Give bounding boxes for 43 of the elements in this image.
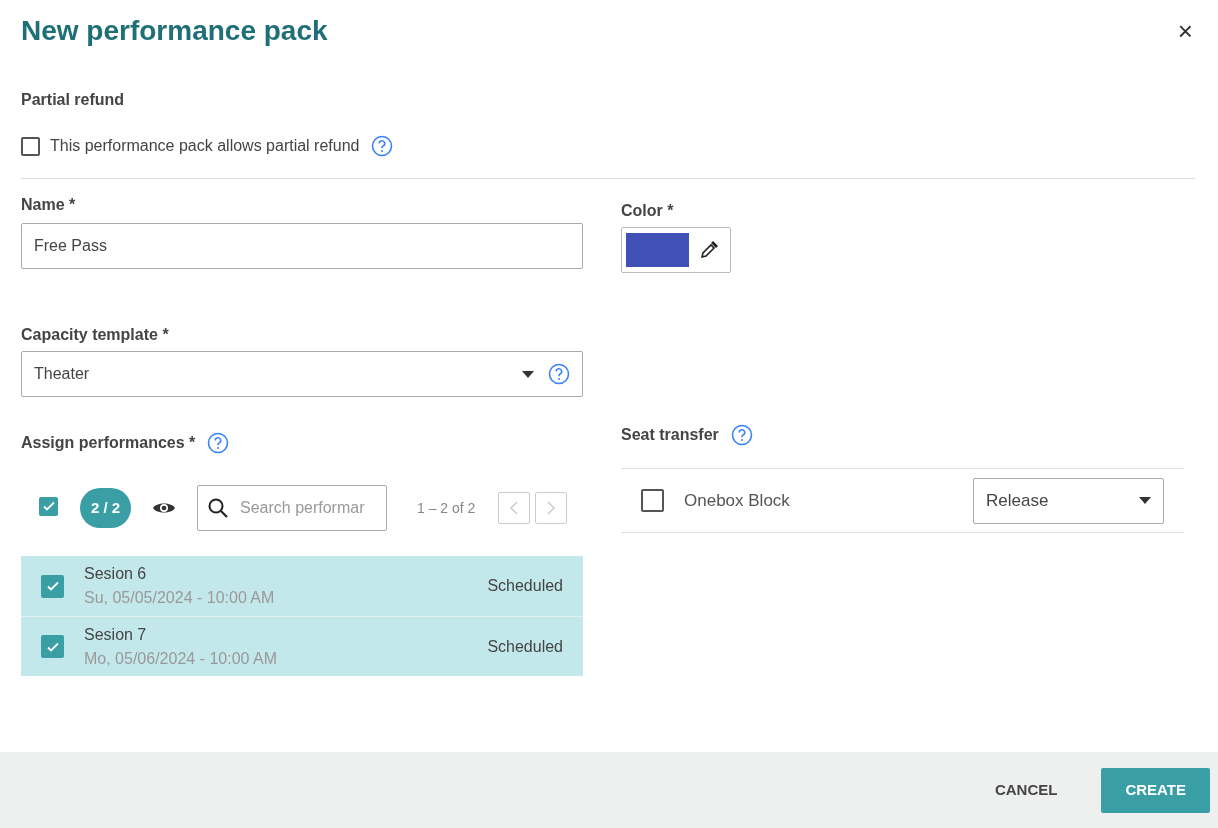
checkbox[interactable] [41, 635, 64, 658]
eyedropper-icon [699, 240, 719, 260]
performance-row[interactable]: Sesion 7 Mo, 05/06/2024 - 10:00 AM Scheduled [21, 616, 583, 676]
chevron-left-icon [510, 501, 519, 515]
help-icon[interactable] [371, 135, 394, 157]
checkmark-icon [41, 499, 56, 513]
field-label: Color * [621, 201, 675, 221]
field-label: Name * [21, 195, 77, 215]
caret-icon [522, 370, 534, 378]
performance-name: Sesion 6 [84, 564, 148, 584]
action-dropdown[interactable]: Release [973, 477, 1164, 524]
checkmark-icon [45, 579, 60, 593]
selection-count-badge: 2 / 2 [80, 488, 131, 528]
search-icon [207, 497, 229, 519]
performance-status: Scheduled [487, 576, 563, 596]
help-icon[interactable] [207, 432, 230, 454]
section-heading: Partial refund [21, 90, 126, 110]
color-picker[interactable] [621, 227, 731, 273]
dialog-title: New performance pack [21, 14, 328, 48]
performance-date: Mo, 05/06/2024 - 10:00 AM [84, 648, 278, 669]
performance-name: Sesion 7 [84, 624, 148, 645]
pagination-range: 1 – 2 of 2 [417, 498, 476, 518]
close-button[interactable]: × [1177, 18, 1193, 44]
field-label: Capacity template * [21, 325, 170, 345]
checkbox[interactable] [641, 489, 664, 512]
name-field[interactable]: Free Pass [21, 223, 583, 269]
checkbox[interactable] [39, 496, 58, 516]
checkbox-label: This performance pack allows partial refund [50, 136, 360, 156]
search-field[interactable]: Search performar [197, 485, 387, 531]
field-label: Seat transfer [621, 425, 719, 445]
checkbox[interactable] [41, 574, 64, 598]
help-icon[interactable] [548, 363, 570, 385]
caret-icon [1139, 497, 1151, 504]
seat-transfer-label: Onebox Block [684, 489, 791, 512]
performance-row[interactable]: Sesion 6 Su, 05/05/2024 - 10:00 AM Scheduled [21, 556, 583, 616]
checkbox[interactable] [21, 136, 40, 156]
performance-date: Su, 05/05/2024 - 10:00 AM [84, 588, 276, 608]
cancel-button[interactable]: CANCEL [970, 767, 1082, 813]
performance-status: Scheduled [487, 636, 563, 657]
help-icon[interactable] [730, 424, 753, 446]
capacity-template-dropdown[interactable]: Theater [21, 351, 583, 397]
field-label: Assign performances * [21, 433, 196, 453]
chevron-right-icon [547, 501, 556, 515]
